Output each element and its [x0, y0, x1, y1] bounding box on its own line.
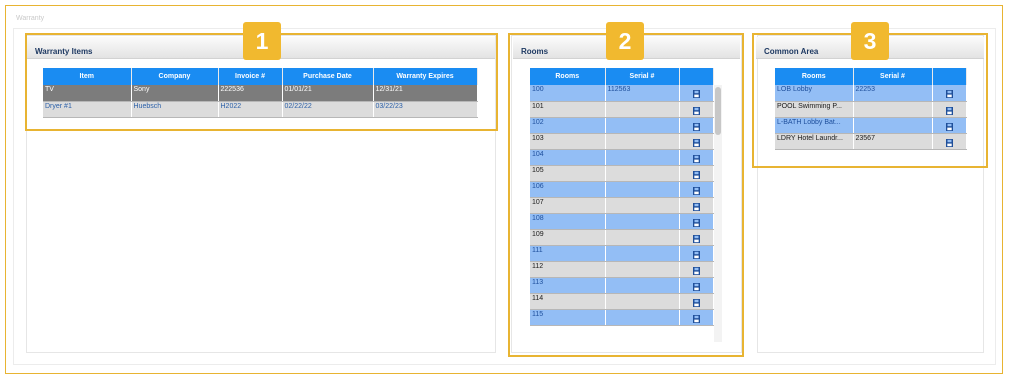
callout-badge-1: 1	[243, 22, 281, 60]
highlight-box-2	[508, 33, 744, 357]
window-title: Warranty	[16, 15, 45, 22]
callout-badge-3: 3	[851, 22, 889, 60]
callout-badge-2: 2	[606, 22, 644, 60]
